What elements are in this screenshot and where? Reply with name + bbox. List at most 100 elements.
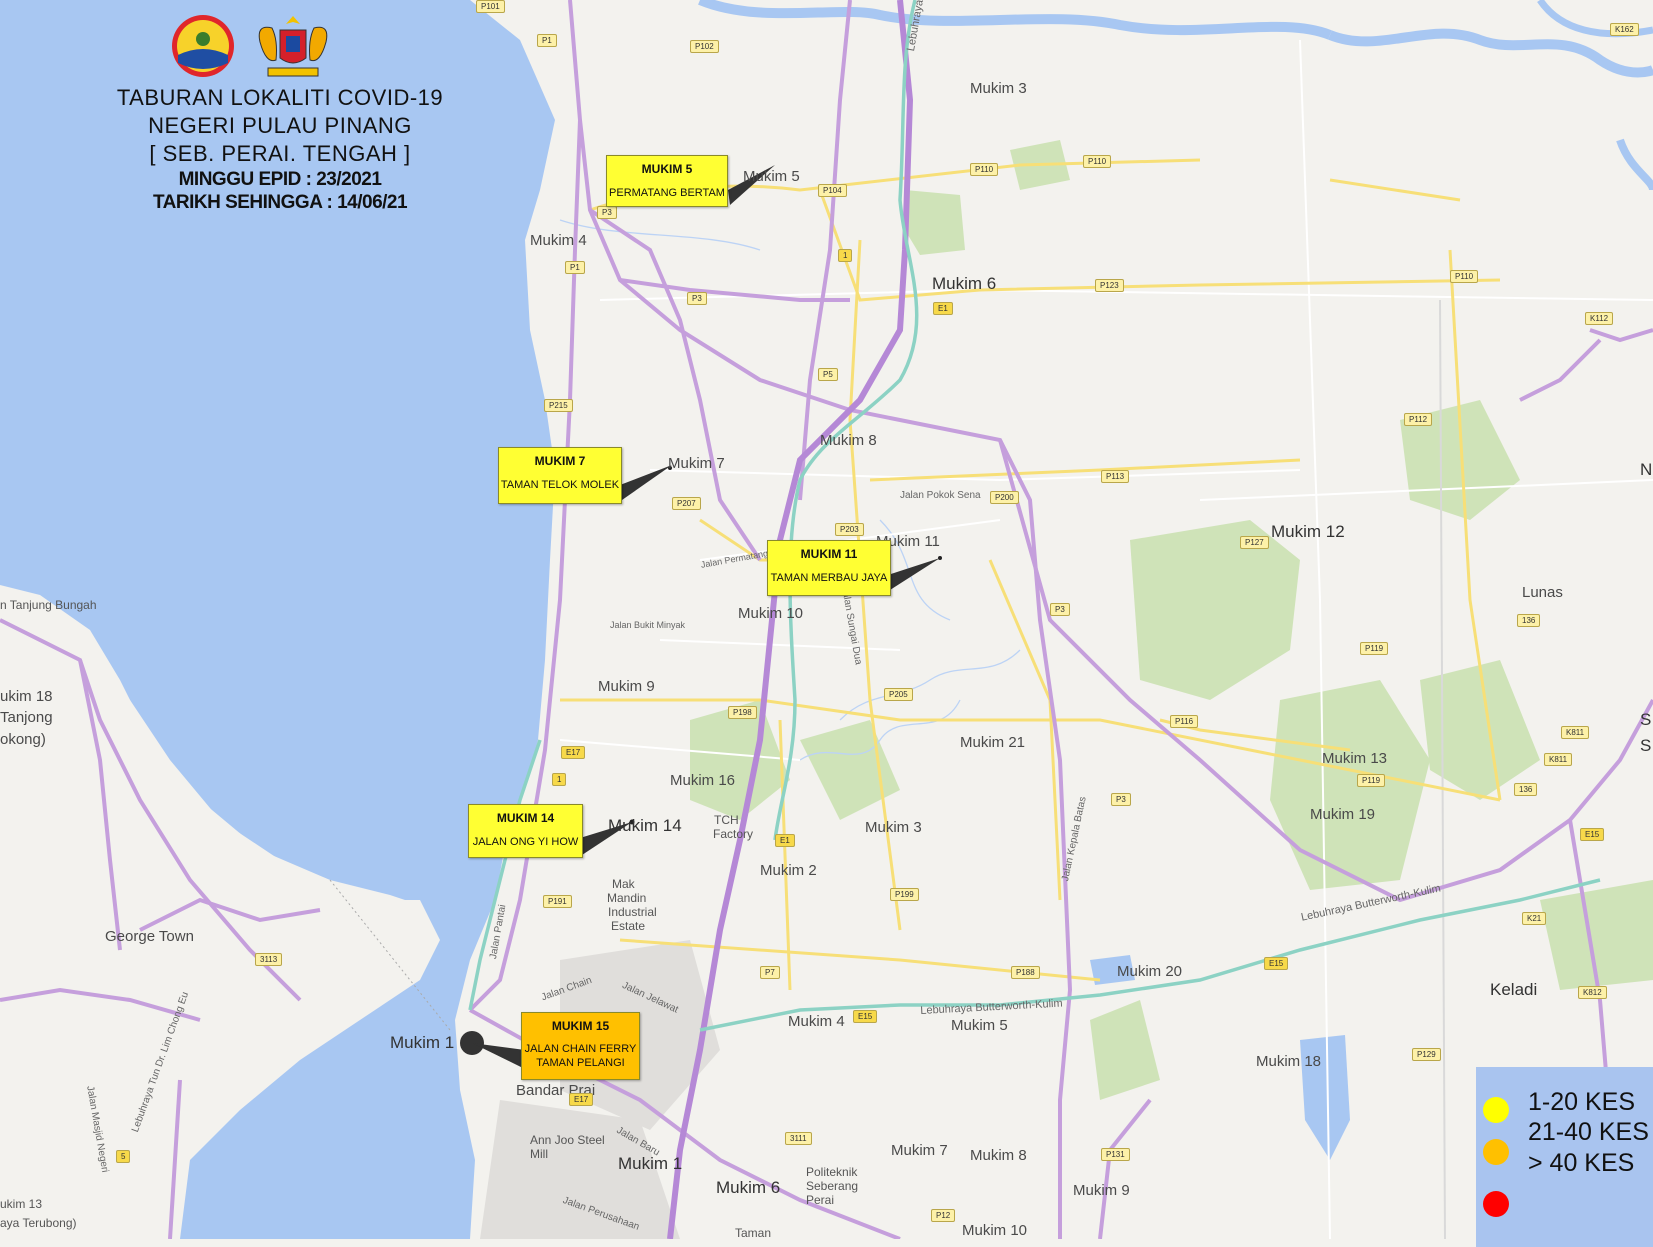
place-label: Mukim 10 [962, 1222, 1028, 1239]
road-shield: P110 [1450, 270, 1479, 283]
place-label: Mukim 18 [1256, 1053, 1322, 1070]
place-label: Mukim 14 [608, 816, 682, 835]
place-label: Mukim 5 [743, 168, 800, 185]
callout-mukim-14[interactable]: MUKIM 14 JALAN ONG YI HOW [468, 804, 583, 858]
place-label: Mukim 3 [865, 819, 922, 836]
callout-subtitle: TAMAN TELOK MOLEK [500, 479, 620, 491]
road-shield: P207 [672, 497, 701, 510]
road-shield: P110 [1083, 155, 1112, 168]
road-shield: P12 [931, 1209, 956, 1222]
place-label: George Town [105, 928, 194, 945]
place-label: Mukim 21 [960, 734, 1026, 751]
place-label: n Tanjung Bungah [0, 598, 97, 612]
malaysia-coat-of-arms-icon [258, 16, 328, 77]
callout-title: MUKIM 11 [800, 547, 858, 561]
place-label: TCH [714, 813, 739, 827]
place-label: Mukim 4 [530, 232, 587, 249]
header-district: [ SEB. PERAI. TENGAH ] [149, 141, 411, 166]
place-label: Industrial [608, 905, 657, 919]
place-label: Mukim 1 [390, 1033, 455, 1052]
road-shield: P215 [544, 399, 573, 412]
callout-title: MUKIM 15 [551, 1019, 610, 1033]
road-shield: P110 [970, 163, 999, 176]
legend-label-2: 21-40 KES [1528, 1118, 1649, 1146]
place-label: Keladi [1490, 980, 1538, 999]
road-shield: 3113 [255, 953, 283, 966]
place-label: Estate [611, 919, 646, 933]
road-shield: 5 [116, 1150, 131, 1163]
road-shield: P127 [1240, 536, 1269, 549]
road-shield: P3 [687, 292, 707, 305]
legend-dot-orange-icon [1483, 1139, 1509, 1165]
map-header: TABURAN LOKALITI COVID-19 NEGERI PULAU P… [100, 84, 460, 214]
callout-mukim-5[interactable]: MUKIM 5 PERMATANG BERTAM [606, 155, 728, 207]
road-shield: P113 [1101, 470, 1130, 483]
place-label: Mukim 13 [1322, 750, 1388, 767]
road-shield: E15 [1264, 957, 1289, 970]
place-label: Mukim 3 [970, 80, 1027, 97]
place-label: Mukim 5 [951, 1017, 1008, 1034]
place-label: N [1640, 460, 1653, 479]
road-shield: P5 [818, 368, 838, 381]
callout-mukim-7[interactable]: MUKIM 7 TAMAN TELOK MOLEK [498, 447, 622, 504]
place-label: ukim 13 [0, 1197, 43, 1211]
callout-subtitle: TAMAN MERBAU JAYA [770, 572, 888, 584]
callout-mukim-11[interactable]: MUKIM 11 TAMAN MERBAU JAYA [767, 540, 891, 596]
legend-label-3: > 40 KES [1528, 1149, 1635, 1177]
road-shield: E17 [569, 1093, 594, 1106]
place-label: Mukim 7 [668, 455, 725, 472]
place-label: okong) [0, 731, 46, 748]
road-shield: P198 [728, 706, 757, 719]
header-title: TABURAN LOKALITI COVID-19 [116, 85, 444, 110]
place-label: Mukim 9 [598, 678, 655, 695]
road-shield: P131 [1101, 1148, 1130, 1161]
road-shield: P129 [1412, 1048, 1441, 1061]
road-label: Jalan Pokok Sena [900, 490, 981, 501]
place-label: aya Terubong) [0, 1216, 77, 1230]
place-label: S [1640, 736, 1652, 755]
callout-subtitle: JALAN CHAIN FERRY TAMAN PELANGI [524, 1043, 637, 1069]
road-shield: P191 [543, 895, 572, 908]
road-shield: P200 [990, 491, 1019, 504]
place-label: Mukim 12 [1271, 522, 1345, 541]
place-label: Taman [735, 1226, 772, 1240]
road-shield: 3111 [785, 1132, 812, 1145]
road-shield: P3 [1111, 793, 1131, 806]
road-shield: P116 [1170, 715, 1199, 728]
road-shield: P104 [818, 184, 847, 197]
road-shield: P119 [1360, 642, 1389, 655]
place-label: Seberang [806, 1179, 859, 1193]
place-label: Factory [713, 827, 754, 841]
place-label: ukim 18 [0, 688, 53, 705]
place-label: Ann Joo Steel [530, 1133, 605, 1147]
place-label: Mukim 8 [970, 1147, 1027, 1164]
place-label: Mandin [607, 891, 647, 905]
road-shield: P101 [476, 0, 505, 13]
road-shield: 136 [1517, 614, 1541, 627]
place-label: Mukim 7 [891, 1142, 948, 1159]
road-shield: K812 [1578, 986, 1607, 999]
callout-mukim-15[interactable]: MUKIM 15 JALAN CHAIN FERRY TAMAN PELANGI [521, 1012, 640, 1080]
road-shield: E1 [775, 834, 795, 847]
road-shield: P188 [1011, 966, 1040, 979]
road-shield: P102 [690, 40, 719, 53]
place-label: Tanjong [0, 709, 53, 726]
road-shield: P1 [565, 261, 585, 274]
road-shield: E1 [933, 302, 953, 315]
place-label: Mukim 6 [932, 274, 997, 293]
legend-dot-red-icon [1483, 1191, 1509, 1217]
callout-subtitle: JALAN ONG YI HOW [472, 836, 579, 848]
place-label: Politeknik [806, 1165, 858, 1179]
state-health-logo-icon [172, 15, 234, 77]
road-shield: P7 [760, 966, 780, 979]
road-shield: P205 [884, 688, 913, 701]
place-label: Mukim 9 [1073, 1182, 1130, 1199]
road-shield: E15 [1580, 828, 1605, 841]
road-shield: P203 [835, 523, 864, 536]
road-shield: 1 [838, 249, 853, 262]
callout-title: MUKIM 7 [534, 454, 586, 468]
header-date: TARIKH SEHINGGA : 14/06/21 [152, 192, 408, 213]
place-label: Mukim 2 [760, 862, 817, 879]
callout-title: MUKIM 14 [496, 811, 555, 825]
place-label: Mukim 4 [788, 1013, 845, 1030]
